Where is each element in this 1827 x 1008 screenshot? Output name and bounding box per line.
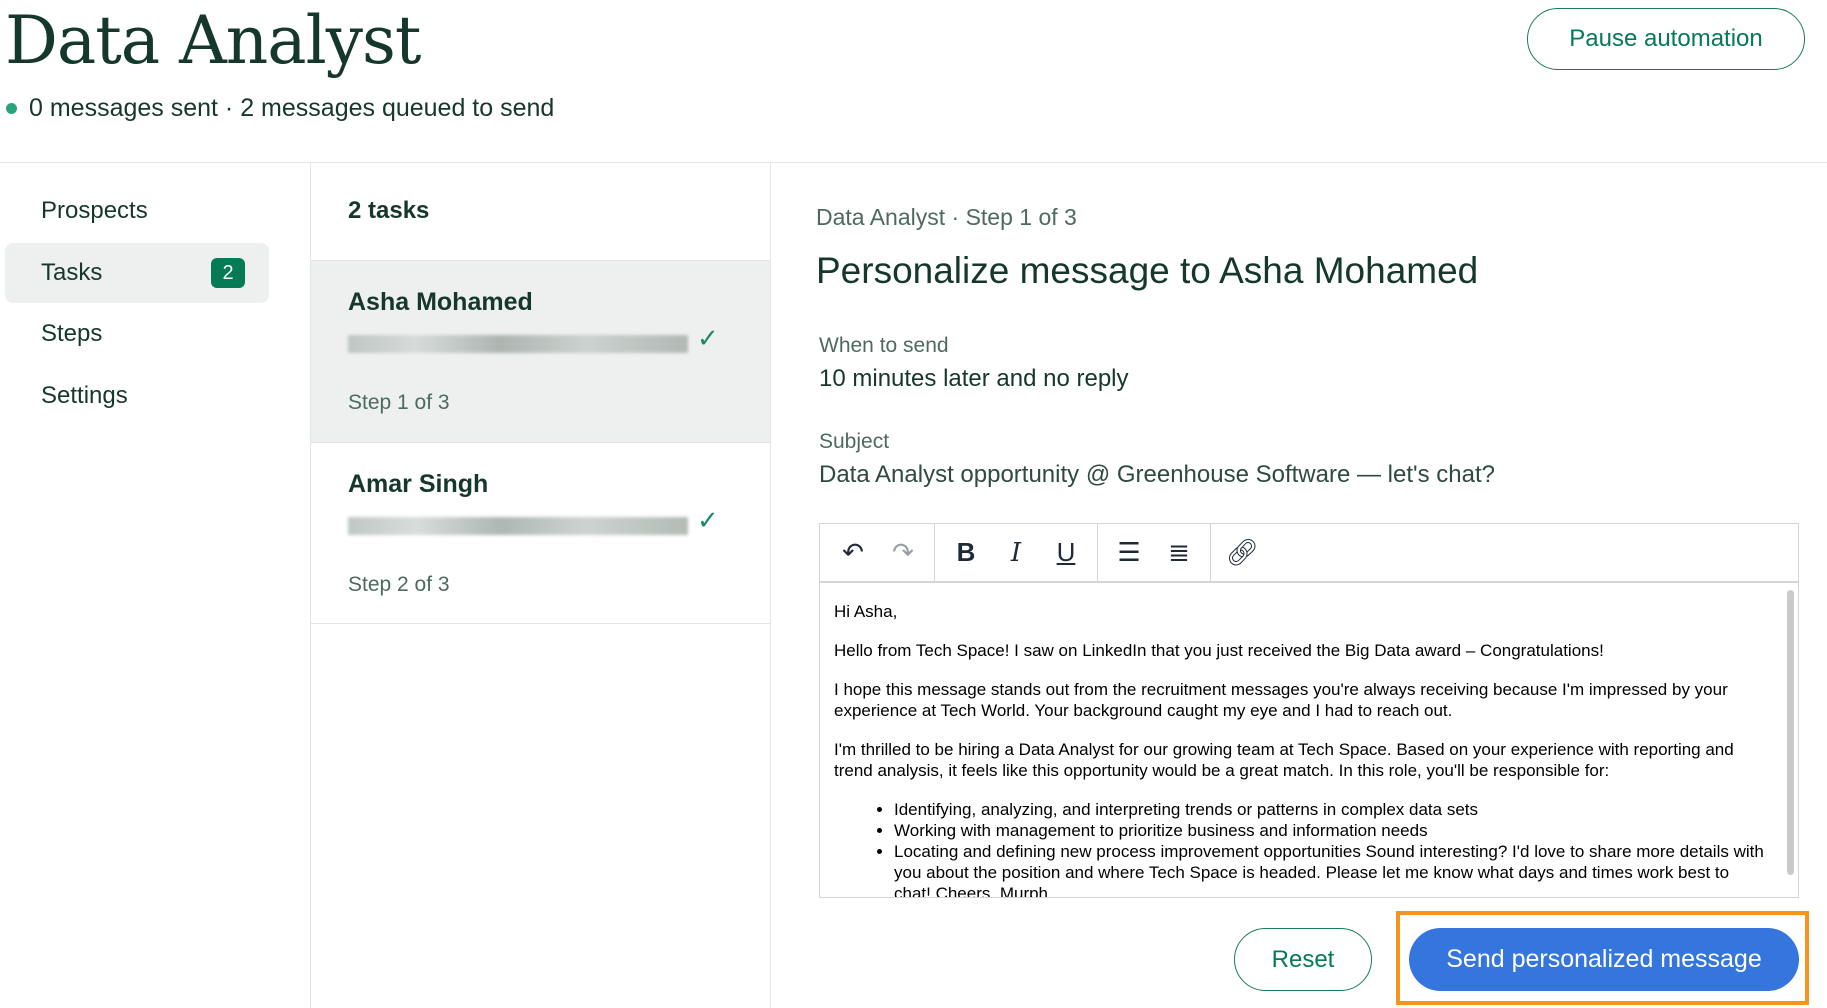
breadcrumb: Data Analyst · Step 1 of 3 (816, 204, 1077, 230)
list-item: Working with management to prioritize bu… (894, 820, 1770, 841)
page-title: Data Analyst (5, 2, 421, 79)
toolbar-divider (934, 523, 935, 582)
tasks-count-badge: 2 (211, 258, 245, 288)
sidebar-item-label: Steps (41, 320, 103, 347)
sidebar-item-label: Settings (41, 382, 128, 409)
sidebar-item-tasks[interactable]: Tasks 2 (5, 243, 269, 303)
underline-icon[interactable]: U (1041, 531, 1091, 575)
sidebar-item-steps[interactable]: Steps (5, 304, 269, 364)
bold-icon[interactable]: B (941, 531, 991, 575)
editor-scrollbar[interactable] (1787, 590, 1794, 875)
task-count-heading: 2 tasks (348, 197, 430, 224)
send-personalized-message-button[interactable]: Send personalized message (1409, 928, 1799, 991)
sidebar-item-label: Tasks (41, 259, 103, 286)
when-to-send-label: When to send (819, 334, 949, 357)
link-icon[interactable]: 🔗︎ (1217, 531, 1267, 575)
undo-icon[interactable]: ↶ (828, 531, 878, 575)
task-step: Step 1 of 3 (348, 391, 450, 414)
task-step: Step 2 of 3 (348, 573, 450, 596)
when-to-send-value: 10 minutes later and no reply (819, 365, 1129, 392)
body-paragraph: I'm thrilled to be hiring a Data Analyst… (834, 740, 1734, 780)
redacted-email (348, 335, 688, 353)
status-line: 0 messages sent · 2 messages queued to s… (6, 94, 554, 123)
redacted-email (348, 517, 688, 535)
sidebar-item-label: Prospects (41, 197, 148, 224)
check-icon: ✓ (697, 323, 719, 353)
sidebar: Prospects Tasks 2 Steps Settings (0, 163, 311, 1008)
body-paragraph: Hello from Tech Space! I saw on LinkedIn… (834, 641, 1604, 660)
body-paragraph: I hope this message stands out from the … (834, 680, 1728, 720)
message-body-textarea[interactable]: Hi Asha, Hello from Tech Space! I saw on… (820, 585, 1784, 897)
status-text: 0 messages sent · 2 messages queued to s… (29, 94, 555, 122)
sidebar-item-prospects[interactable]: Prospects (5, 181, 269, 241)
responsibilities-list: Identifying, analyzing, and interpreting… (879, 799, 1770, 897)
editor-toolbar: ↶ ↷ B I U ☰ ≣ 🔗︎ (820, 523, 1798, 583)
bulleted-list-icon[interactable]: ☰ (1104, 531, 1154, 575)
list-item: Identifying, analyzing, and interpreting… (894, 799, 1770, 820)
message-editor: ↶ ↷ B I U ☰ ≣ 🔗︎ Hi Asha, Hello from Tec… (819, 523, 1799, 898)
check-icon: ✓ (697, 505, 719, 535)
sidebar-item-settings[interactable]: Settings (5, 366, 269, 426)
body-paragraph: Hi Asha, (834, 602, 898, 621)
message-title: Personalize message to Asha Mohamed (816, 250, 1479, 291)
list-item: Locating and defining new process improv… (894, 841, 1770, 897)
task-item-asha[interactable]: Asha Mohamed ✓ Step 1 of 3 (311, 260, 770, 442)
subject-label: Subject (819, 430, 890, 453)
subject-value: Data Analyst opportunity @ Greenhouse So… (819, 461, 1495, 488)
task-name: Amar Singh (348, 470, 489, 498)
task-name: Asha Mohamed (348, 288, 533, 316)
task-item-amar[interactable]: Amar Singh ✓ Step 2 of 3 (311, 442, 770, 624)
toolbar-divider (1210, 523, 1211, 582)
italic-icon[interactable]: I (991, 531, 1041, 575)
redo-icon[interactable]: ↷ (878, 531, 928, 575)
status-dot-icon (6, 103, 17, 114)
task-list: 2 tasks Asha Mohamed ✓ Step 1 of 3 Amar … (311, 163, 771, 1008)
numbered-list-icon[interactable]: ≣ (1154, 531, 1204, 575)
reset-button[interactable]: Reset (1234, 928, 1372, 991)
toolbar-divider (1097, 523, 1098, 582)
pause-automation-button[interactable]: Pause automation (1527, 8, 1805, 70)
